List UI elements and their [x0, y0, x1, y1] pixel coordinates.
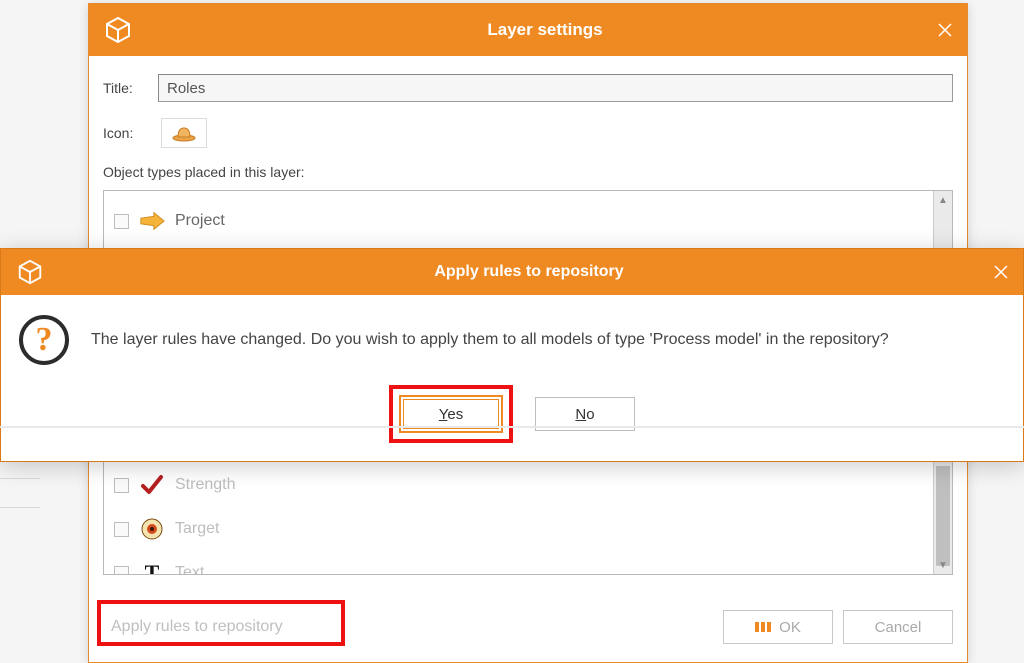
background-frame [0, 478, 40, 508]
modal-title: Apply rules to repository [47, 263, 1011, 281]
icon-picker[interactable] [161, 118, 207, 148]
no-mnemonic: N [575, 406, 586, 423]
text-icon: T [139, 560, 165, 575]
close-icon[interactable] [935, 20, 955, 40]
list-item-label: Project [175, 212, 225, 230]
list-item-label: Text [175, 564, 204, 575]
apply-rules-modal: Apply rules to repository ? The layer ru… [0, 248, 1024, 462]
list-item[interactable]: Target [110, 507, 946, 551]
yes-button[interactable]: Yes [403, 399, 499, 429]
object-types-caption: Object types placed in this layer: [103, 164, 953, 180]
target-icon [139, 516, 165, 542]
ok-label: OK [779, 619, 801, 636]
app-logo-icon [13, 255, 47, 289]
list-item-label: Target [175, 520, 219, 538]
ok-button[interactable]: OK [723, 610, 833, 644]
app-logo-icon [101, 13, 135, 47]
checkbox[interactable] [114, 478, 129, 493]
checkbox[interactable] [114, 214, 129, 229]
dialog-title: Layer settings [135, 20, 955, 40]
scroll-up-icon[interactable]: ▲ [934, 191, 952, 209]
modal-header: Apply rules to repository [1, 249, 1023, 295]
cancel-button[interactable]: Cancel [843, 610, 953, 644]
question-icon: ? [19, 315, 69, 365]
title-row: Title: [103, 74, 953, 102]
hat-icon [171, 124, 197, 142]
modal-message: The layer rules have changed. Do you wis… [91, 331, 889, 349]
yes-rest: es [447, 406, 463, 423]
checkbox[interactable] [114, 566, 129, 576]
no-rest: o [586, 406, 594, 423]
modal-message-row: ? The layer rules have changed. Do you w… [19, 315, 1005, 365]
modal-button-row: Yes No [19, 385, 1005, 443]
scroll-thumb[interactable] [936, 466, 950, 566]
highlight-yes: Yes [389, 385, 513, 443]
close-icon[interactable] [991, 262, 1011, 282]
checkbox[interactable] [114, 522, 129, 537]
icon-row: Icon: [103, 118, 953, 148]
list-item-label: Strength [175, 476, 235, 494]
ok-indicator-icon [755, 622, 771, 632]
layer-settings-header: Layer settings [89, 4, 967, 56]
list-item[interactable]: T Text [110, 551, 946, 575]
modal-shadow [0, 426, 1024, 428]
scroll-down-icon[interactable]: ▼ [934, 556, 952, 574]
dialog-button-bar: Apply rules to repository OK Cancel [103, 606, 953, 648]
check-icon [139, 472, 165, 498]
icon-label: Icon: [103, 125, 158, 141]
cancel-label: Cancel [875, 619, 922, 636]
apply-rules-link[interactable]: Apply rules to repository [103, 612, 293, 642]
list-item[interactable]: Strength [110, 463, 946, 507]
list-item[interactable]: Project [110, 199, 946, 243]
arrow-icon [139, 208, 165, 234]
title-input[interactable] [158, 74, 953, 102]
title-label: Title: [103, 80, 158, 96]
